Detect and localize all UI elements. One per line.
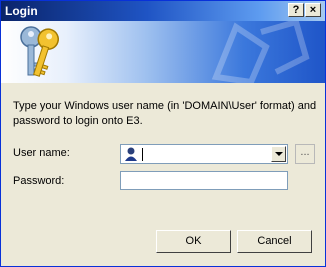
- close-button[interactable]: ×: [305, 3, 321, 17]
- window-title: Login: [5, 4, 38, 18]
- browse-users-button[interactable]: ...: [295, 144, 315, 164]
- login-dialog: Login ? × Type your Windows user name (i…: [0, 0, 326, 267]
- login-instructions: Type your Windows user name (in 'DOMAIN\…: [13, 100, 317, 127]
- password-label: Password:: [13, 175, 65, 187]
- cancel-button[interactable]: Cancel: [237, 230, 312, 253]
- keys-icon: [20, 26, 59, 77]
- help-button[interactable]: ?: [288, 3, 304, 17]
- password-field[interactable]: [120, 171, 288, 190]
- username-combobox[interactable]: [120, 144, 288, 164]
- title-bar[interactable]: Login ? ×: [1, 1, 325, 21]
- header-banner: [1, 21, 325, 83]
- text-caret: [142, 148, 143, 161]
- banner-watermark-icon: [211, 21, 310, 83]
- username-label: User name:: [13, 147, 70, 159]
- user-icon: [125, 147, 137, 161]
- chevron-down-icon: [275, 152, 283, 156]
- username-dropdown-button[interactable]: [271, 146, 286, 162]
- ok-button[interactable]: OK: [156, 230, 231, 253]
